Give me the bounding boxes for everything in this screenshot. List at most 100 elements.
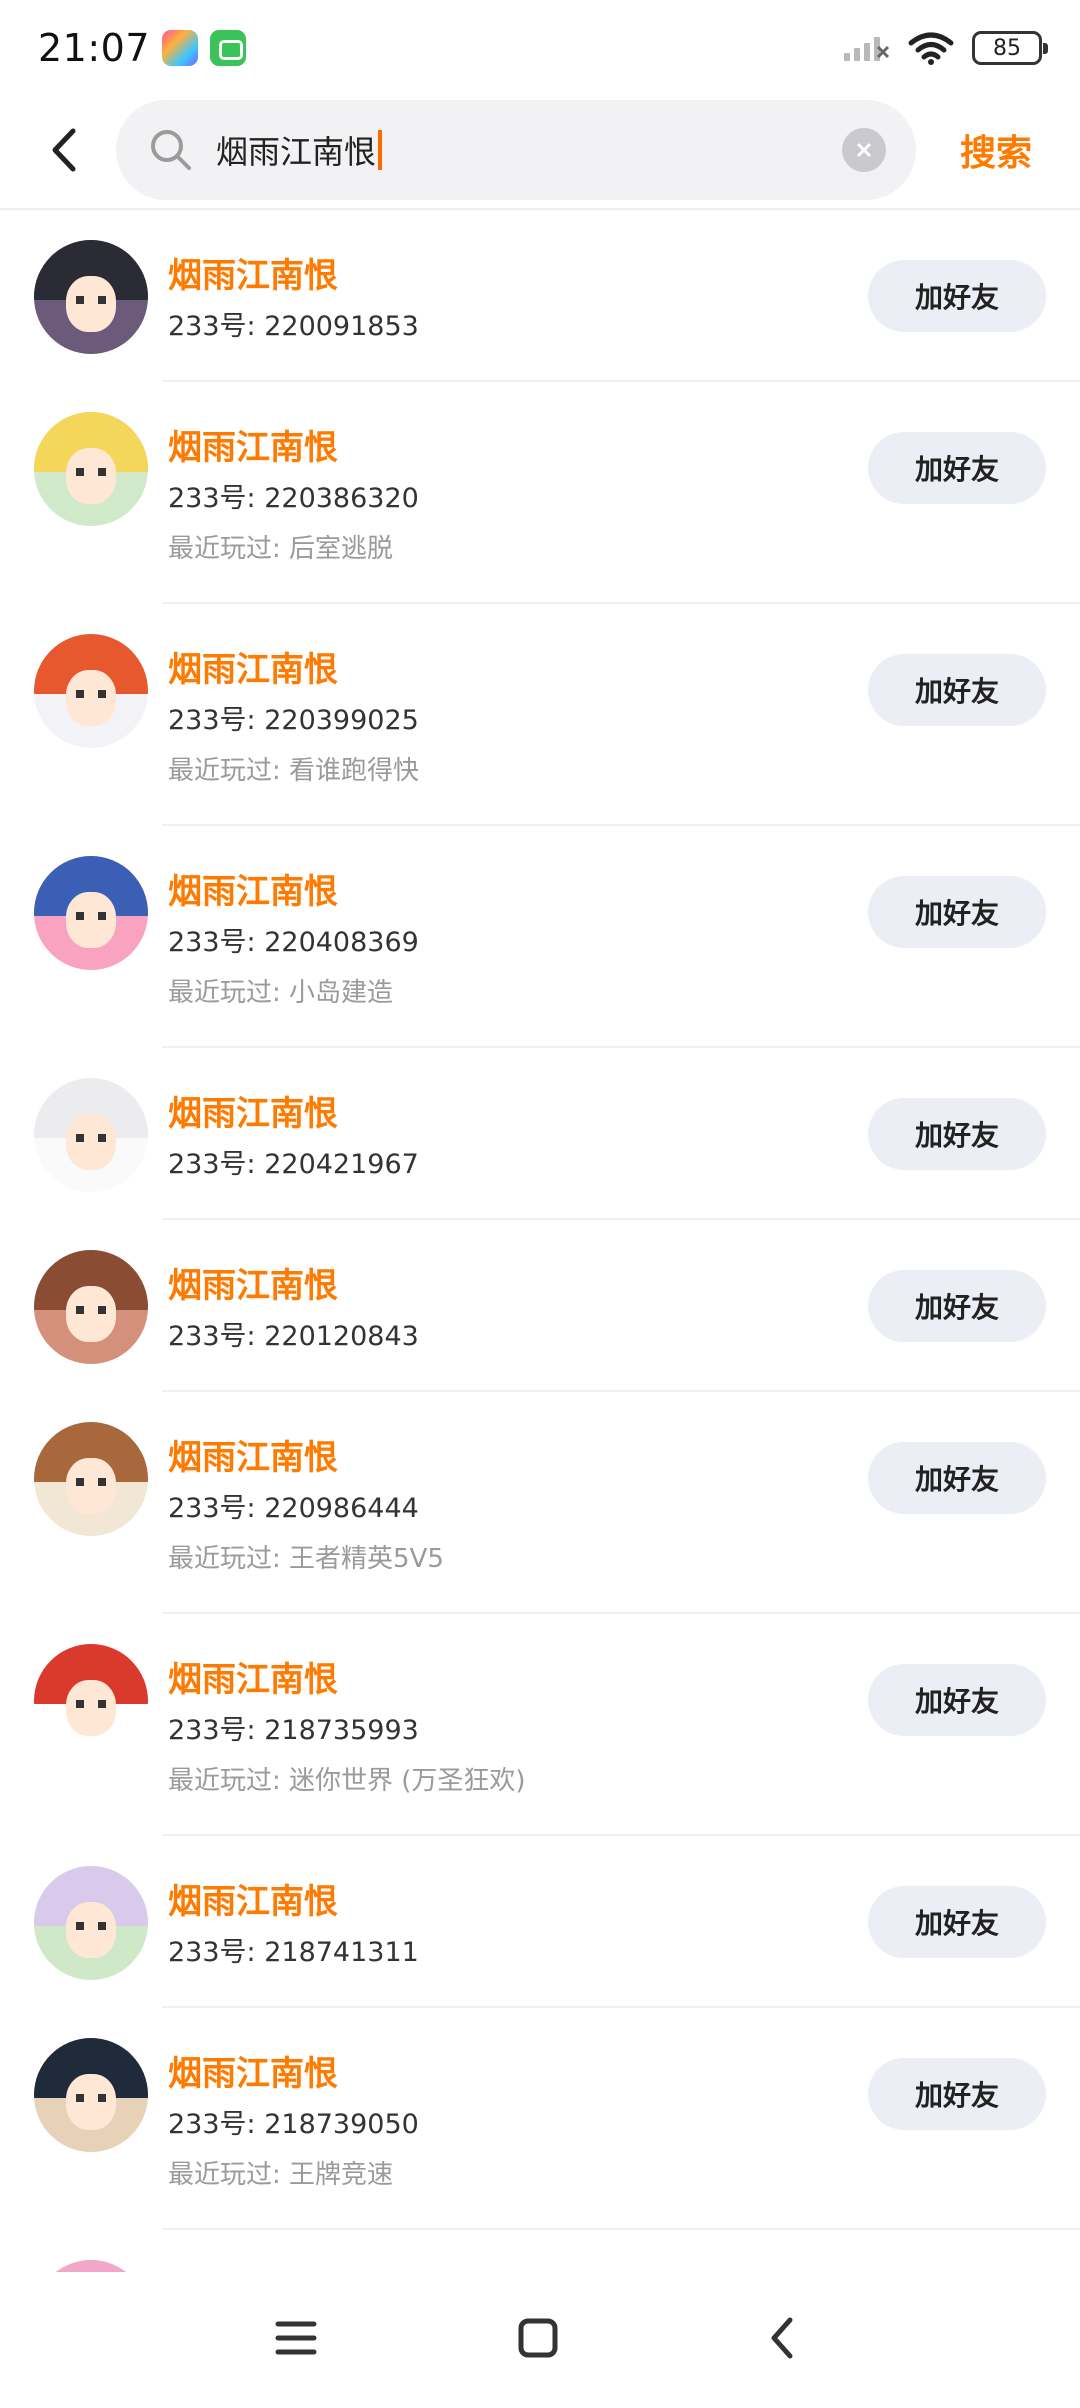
add-friend-button[interactable]: 加好友 xyxy=(868,1270,1046,1342)
user-avatar[interactable] xyxy=(34,1644,148,1758)
status-bar: 21:07 85 xyxy=(0,0,1080,96)
user-name[interactable]: 烟雨江南恨 xyxy=(168,1652,338,1701)
menu-icon xyxy=(275,2321,317,2355)
avatar-eyes xyxy=(76,1922,106,1930)
user-id: 233号: 220091853 xyxy=(168,311,419,342)
user-avatar[interactable] xyxy=(34,856,148,970)
app-root: 21:07 85 烟雨江南恨 搜索 烟雨江南恨 233号: 220091853 … xyxy=(0,0,1080,2408)
recently-played: 最近玩过: 迷你世界 (万圣狂欢) xyxy=(168,1766,526,1796)
avatar-eyes xyxy=(76,1700,106,1708)
close-icon xyxy=(857,143,871,157)
search-button[interactable]: 搜索 xyxy=(960,124,1032,176)
user-avatar[interactable] xyxy=(34,634,148,748)
result-row[interactable]: 烟雨江南恨 233号: 220399025 最近玩过: 看谁跑得快 加好友 xyxy=(0,604,1080,826)
search-header: 烟雨江南恨 搜索 xyxy=(0,92,1080,208)
green-app-icon xyxy=(210,30,247,66)
user-id: 233号: 220386320 xyxy=(168,483,419,514)
menu-button[interactable] xyxy=(264,2306,328,2370)
add-friend-button[interactable]: 加好友 xyxy=(868,2058,1046,2130)
avatar-eyes xyxy=(76,1306,106,1314)
wifi-icon xyxy=(908,32,954,65)
game-app-icon xyxy=(162,30,199,66)
avatar-eyes xyxy=(76,912,106,920)
avatar-face xyxy=(66,1458,116,1514)
nav-back-button[interactable] xyxy=(750,2306,814,2370)
user-name[interactable]: 烟雨江南恨 xyxy=(168,1258,338,1307)
search-field-value[interactable]: 烟雨江南恨 xyxy=(216,127,383,173)
add-friend-button[interactable]: 加好友 xyxy=(868,260,1046,332)
search-text: 烟雨江南恨 xyxy=(216,133,377,171)
user-name[interactable]: 烟雨江南恨 xyxy=(168,1874,338,1923)
result-row[interactable]: 烟雨江南恨 233号: 218735993 最近玩过: 迷你世界 (万圣狂欢) 加好友 xyxy=(0,1614,1080,1836)
recently-played: 最近玩过: 后室逃脱 xyxy=(168,534,394,564)
user-id: 233号: 218741311 xyxy=(168,1937,419,1968)
avatar-face xyxy=(66,892,116,948)
signal-icon xyxy=(844,37,890,61)
avatar-face xyxy=(66,1902,116,1958)
result-row[interactable]: 烟雨江南恨 233号: 220421967 加好友 xyxy=(0,1048,1080,1220)
result-row[interactable]: 烟雨江南恨 233号: 220091853 加好友 xyxy=(0,210,1080,382)
home-icon xyxy=(518,2318,558,2358)
user-name[interactable]: 烟雨江南恨 xyxy=(168,2046,338,2095)
recently-played: 最近玩过: 看谁跑得快 xyxy=(168,756,420,786)
add-friend-button[interactable]: 加好友 xyxy=(868,1886,1046,1958)
user-name[interactable]: 烟雨江南恨 xyxy=(168,1086,338,1135)
avatar-face xyxy=(66,1286,116,1342)
result-row[interactable]: 烟雨江南恨 233号: 220408369 最近玩过: 小岛建造 加好友 xyxy=(0,826,1080,1048)
result-row[interactable]: 烟雨江南恨 233号: 218739050 最近玩过: 王牌竞速 加好友 xyxy=(0,2008,1080,2230)
avatar-eyes xyxy=(76,2094,106,2102)
user-name[interactable]: 烟雨江南恨 xyxy=(168,642,338,691)
clear-search-button[interactable] xyxy=(842,128,886,172)
user-avatar[interactable] xyxy=(34,1422,148,1536)
avatar-face xyxy=(66,670,116,726)
result-row[interactable]: 烟雨江南恨 233号: 220120843 加好友 xyxy=(0,1220,1080,1392)
user-id: 233号: 220120843 xyxy=(168,1321,419,1352)
result-row[interactable]: 烟雨江南恨 233号: 220386320 最近玩过: 后室逃脱 加好友 xyxy=(0,382,1080,604)
user-name[interactable]: 烟雨江南恨 xyxy=(168,1430,338,1479)
add-friend-button[interactable]: 加好友 xyxy=(868,432,1046,504)
status-time: 21:07 xyxy=(38,26,151,70)
avatar-face xyxy=(66,1114,116,1170)
avatar-hair xyxy=(34,2260,148,2272)
avatar-face xyxy=(66,2074,116,2130)
system-navigation-bar xyxy=(0,2272,1080,2408)
avatar-eyes xyxy=(76,468,106,476)
result-row[interactable]: 烟雨江南恨 233号: 218741311 加好友 xyxy=(0,1836,1080,2008)
user-avatar[interactable] xyxy=(34,240,148,354)
user-name[interactable]: 烟雨江南恨 xyxy=(168,864,338,913)
status-icons: 85 xyxy=(842,31,1048,65)
user-name[interactable]: 烟雨江南恨 xyxy=(168,248,338,297)
search-icon xyxy=(151,130,191,170)
avatar-eyes xyxy=(76,296,106,304)
result-row[interactable]: 烟雨江南恨 xyxy=(0,2230,1080,2272)
back-button[interactable] xyxy=(34,120,94,180)
text-caret xyxy=(378,130,383,170)
result-row[interactable]: 烟雨江南恨 233号: 220986444 最近玩过: 王者精英5V5 加好友 xyxy=(0,1392,1080,1614)
add-friend-button[interactable]: 加好友 xyxy=(868,1664,1046,1736)
back-icon xyxy=(771,2317,793,2359)
avatar-eyes xyxy=(76,1134,106,1142)
add-friend-button[interactable]: 加好友 xyxy=(868,876,1046,948)
user-avatar[interactable] xyxy=(34,2260,148,2272)
user-avatar[interactable] xyxy=(34,1078,148,1192)
avatar-face xyxy=(66,1680,116,1736)
user-avatar[interactable] xyxy=(34,1866,148,1980)
avatar-face xyxy=(66,448,116,504)
user-id: 233号: 220399025 xyxy=(168,705,419,736)
user-avatar[interactable] xyxy=(34,1250,148,1364)
battery-icon: 85 xyxy=(972,31,1048,65)
avatar-eyes xyxy=(76,690,106,698)
user-name[interactable]: 烟雨江南恨 xyxy=(168,420,338,469)
user-id: 233号: 218735993 xyxy=(168,1715,419,1746)
user-avatar[interactable] xyxy=(34,2038,148,2152)
home-button[interactable] xyxy=(506,2306,570,2370)
user-avatar[interactable] xyxy=(34,412,148,526)
add-friend-button[interactable]: 加好友 xyxy=(868,1442,1046,1514)
avatar-face xyxy=(66,276,116,332)
user-id: 233号: 218739050 xyxy=(168,2109,419,2140)
result-list: 烟雨江南恨 233号: 220091853 加好友 烟雨江南恨 233号: 220386… xyxy=(0,210,1080,2272)
add-friend-button[interactable]: 加好友 xyxy=(868,1098,1046,1170)
add-friend-button[interactable]: 加好友 xyxy=(868,654,1046,726)
search-input[interactable]: 烟雨江南恨 xyxy=(116,100,916,200)
user-id: 233号: 220421967 xyxy=(168,1149,419,1180)
